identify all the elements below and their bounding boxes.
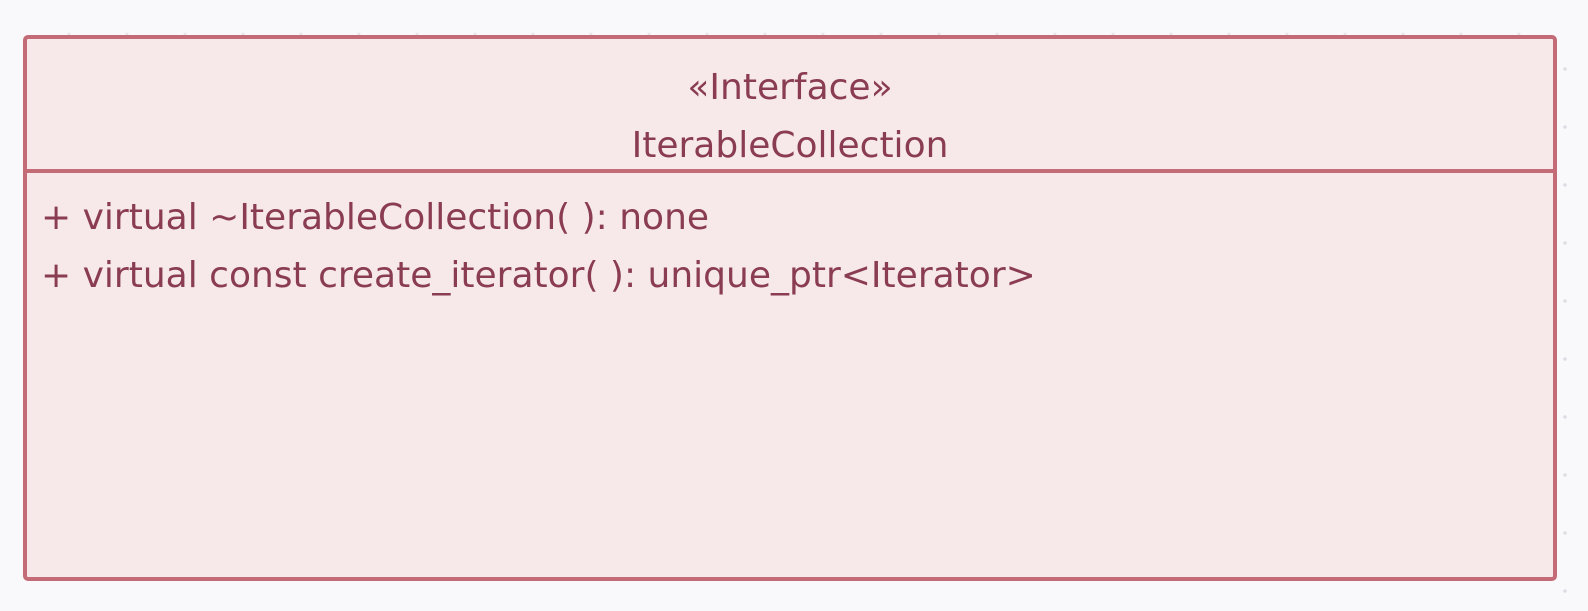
class-stereotype: «Interface» (687, 67, 893, 108)
method-destructor: + virtual ~IterableCollection( ): none (41, 197, 710, 238)
grid-dots-right (1562, 40, 1568, 600)
class-header: «Interface» IterableCollection (27, 39, 1553, 173)
uml-class-box[interactable]: «Interface» IterableCollection + virtual… (23, 35, 1557, 581)
diagram-canvas: «Interface» IterableCollection + virtual… (0, 0, 1588, 611)
class-methods: + virtual ~IterableCollection( ): none +… (27, 173, 1553, 305)
method-create-iterator: + virtual const create_iterator( ): uniq… (41, 255, 1036, 296)
class-name: IterableCollection (631, 125, 949, 166)
